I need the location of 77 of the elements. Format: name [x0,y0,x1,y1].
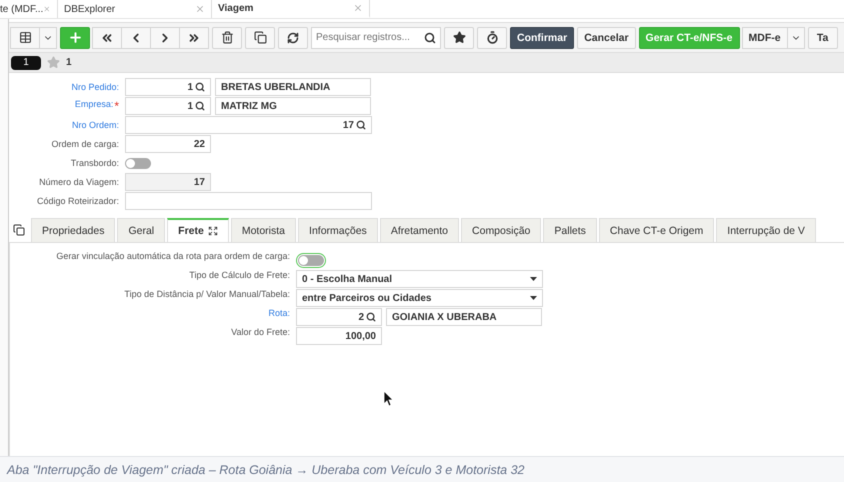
section-tab[interactable]: Composição [461,218,542,242]
caret-icon [530,277,537,281]
field-link[interactable]: Rota: [268,308,290,326]
section-tab[interactable]: Motorista [230,218,296,242]
delete-button[interactable] [212,26,242,48]
field-label: Gerar vinculação automática da rota para ordem de carga: [56,251,290,263]
field-label: Tipo de Cálculo de Frete: [189,270,290,282]
record-number[interactable]: 1 [11,56,41,70]
close-icon [195,4,205,14]
expand-icon [208,226,218,236]
grid-view-button[interactable] [10,26,40,48]
description-field[interactable]: GOIANIA X UBERABA [386,308,542,326]
input-field[interactable] [125,192,372,210]
description-field[interactable]: MATRIZ MG [215,97,371,115]
plus-icon [68,30,82,45]
section-tab[interactable]: Interrupção de V [716,218,816,242]
document-tab[interactable]: te (MDF... [0,0,58,18]
number-field[interactable]: 22 [125,135,211,153]
close-icon [43,4,51,14]
section-tab[interactable]: Afretamento [380,218,460,242]
first-record-button[interactable] [92,26,122,48]
next-record-button[interactable] [150,26,180,48]
toolbar-button[interactable]: Confirmar [510,26,574,48]
copy-icon [254,31,266,44]
toggle-switch[interactable] [125,158,151,168]
copy-icon [13,224,25,236]
field-link[interactable]: Nro Pedido: [71,82,119,92]
field-label: Tipo de Distância p/ Valor Manual/Tabela: [124,289,290,301]
table-icon [18,31,32,44]
section-tab[interactable]: Frete [167,218,229,242]
section-tab[interactable]: Geral [117,218,166,242]
search-icon [356,120,366,130]
mdfe-button[interactable]: MDF-e [742,26,788,48]
duplicate-button[interactable] [245,26,275,48]
number-field[interactable]: 100,00 [296,327,382,345]
section-tab[interactable]: Chave CT-e Origem [598,218,714,242]
required-mark: * [114,99,119,113]
field-label: Transbordo: [70,158,119,168]
section-tab[interactable]: Propriedades [31,218,116,242]
section-tab[interactable]: Pallets [543,218,597,242]
field-link[interactable]: Empresa: [74,99,114,113]
select-field[interactable]: 0 - Escolha Manual [296,270,543,288]
field-label: Código Roteirizador: [36,196,119,206]
code-field[interactable]: 2 [296,308,382,326]
description-field[interactable]: BRETAS UBERLANDIA [215,78,371,96]
field-label: Ordem de carga: [51,139,119,149]
search-icon [424,32,436,44]
readonly-field: 17 [125,173,211,191]
caret-icon [530,296,537,300]
toolbar-button[interactable]: Ta [808,26,838,48]
star-icon [452,31,466,44]
favorite-count: 1 [66,57,72,68]
previous-record-button[interactable] [121,26,151,48]
code-field[interactable]: 1 [125,78,211,96]
cursor-icon [384,391,394,406]
stopwatch-icon [486,31,498,44]
field-label: Valor do Frete: [231,327,290,339]
last-record-button[interactable] [179,26,209,48]
field-link[interactable]: Nro Ordem: [72,120,119,130]
timer-button[interactable] [477,26,507,48]
search-field[interactable]: Pesquisar registros... [311,26,441,48]
star-icon [47,56,60,69]
close-icon [353,3,363,13]
code-field[interactable]: 17 [125,116,372,134]
select-field[interactable]: entre Parceiros ou Cidades [296,289,543,307]
search-icon [366,312,376,322]
search-icon [195,101,205,111]
favorite-button[interactable] [444,26,474,48]
code-field[interactable]: 1 [125,97,211,115]
refresh-icon [287,32,299,44]
trash-icon [220,31,234,44]
search-icon [195,82,205,92]
field-label: Número da Viagem: [39,177,119,187]
toolbar-button[interactable]: Cancelar [577,26,636,48]
section-tab[interactable]: Informações [298,218,378,242]
caption: Aba "Interrupção de Viagem" criada – Rota Goiânia → Uberaba com Veículo 3 e Motorista 32 [0,456,844,482]
refresh-button[interactable] [278,26,308,48]
